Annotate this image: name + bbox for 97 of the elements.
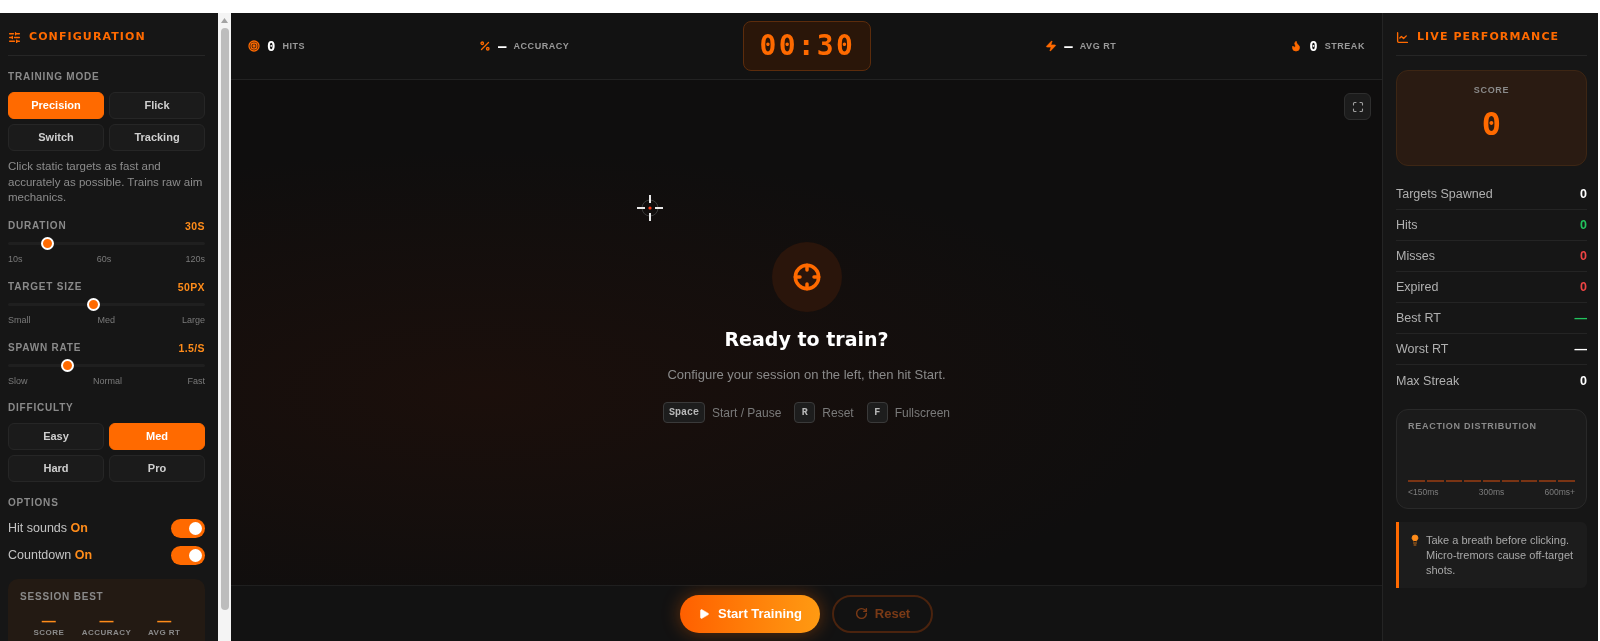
toggle-switch[interactable] [171, 518, 205, 538]
stat-value: — [1574, 310, 1587, 326]
stat-label: AVG RT [1079, 40, 1117, 52]
play-icon [698, 607, 711, 620]
stat-label: Expired [1396, 279, 1439, 295]
rotate-icon [854, 607, 868, 620]
stat-value: 0 [1309, 38, 1318, 54]
axis-label: <150ms [1408, 487, 1439, 497]
stat-value: — [498, 38, 507, 54]
stat-label: ACCURACY [513, 40, 570, 52]
difficulty-button[interactable]: Easy [8, 422, 104, 450]
slider-track[interactable] [8, 297, 205, 311]
arena-title: Ready to train? [724, 327, 889, 352]
stat-value: 0 [1580, 217, 1587, 233]
sliders-icon [8, 30, 21, 44]
tick-label: Normal [93, 374, 122, 387]
stat-label: HITS [282, 40, 306, 52]
stat-label: Worst RT [1396, 341, 1449, 357]
training-arena[interactable]: Ready to train? Configure your session on the left, then hit Start. Space Start / Pause R Reset F Fullscreen [231, 80, 1382, 585]
stat-label: Misses [1396, 248, 1435, 264]
option-label: Countdown On [8, 547, 93, 563]
mode-button[interactable]: Switch [8, 124, 104, 151]
tick-label: Large [181, 313, 205, 326]
setting-label: SPAWN RATE [8, 340, 82, 355]
difficulty-button[interactable]: Hard [8, 454, 104, 482]
target-icon [248, 40, 260, 52]
difficulty-button[interactable]: Pro [109, 454, 205, 482]
lightning-bolt-icon [1045, 40, 1058, 52]
tick-label: Med [97, 313, 115, 326]
setting-value: 1.5/S [178, 340, 205, 355]
stat-label: Max Streak [1396, 372, 1460, 389]
stat-value: 0 [1580, 279, 1587, 295]
tick-label: 120s [185, 252, 205, 265]
panel-title: CONFIGURATION [29, 29, 146, 45]
axis-label: 300ms [1478, 487, 1505, 497]
best-label: AVG RT [147, 627, 181, 638]
setting-value: 50PX [177, 279, 205, 294]
timer-display: 00:30 [743, 21, 872, 71]
best-label: SCORE [33, 627, 65, 638]
line-chart-icon [1396, 30, 1409, 44]
panel-title: LIVE PERFORMANCE [1417, 29, 1560, 45]
scrollbar-thumb[interactable] [220, 28, 229, 610]
stat-value: — [1064, 38, 1073, 54]
tick-label: Slow [8, 374, 28, 387]
tick-label: Fast [187, 374, 205, 387]
best-value: — [99, 613, 114, 628]
lightbulb-icon [1409, 534, 1421, 546]
shortcut-label: Start / Pause [711, 404, 782, 421]
tip-text: Take a breath before clicking. Micro-tremors cause off-target shots. [1426, 533, 1575, 578]
arena-subtitle: Configure your session on the left, then hit Start. [667, 366, 946, 384]
shortcut-label: Fullscreen [894, 404, 951, 421]
slider-track[interactable] [8, 358, 205, 372]
score-value: 0 [1481, 106, 1502, 142]
mode-button[interactable]: Tracking [109, 124, 205, 151]
fullscreen-button[interactable] [1344, 93, 1371, 120]
stat-value: 0 [1580, 186, 1587, 202]
stat-value: 0 [1580, 248, 1587, 264]
slider-thumb[interactable] [41, 236, 55, 250]
stat-label: Best RT [1396, 310, 1441, 326]
mode-button[interactable]: Flick [109, 92, 205, 119]
best-value: — [157, 613, 172, 628]
stat-label: STREAK [1324, 40, 1365, 52]
tick-label: Small [8, 313, 31, 326]
setting-value: 30S [185, 218, 205, 233]
best-label: ACCURACY [81, 627, 132, 638]
setting-label: DURATION [8, 218, 67, 233]
best-value: — [41, 613, 56, 628]
key-cap: F [866, 402, 888, 423]
stat-label: Hits [1396, 217, 1418, 233]
fullscreen-icon [1351, 100, 1364, 113]
percent-icon [479, 40, 492, 52]
shortcut-label: Reset [822, 404, 854, 421]
stat-label: Targets Spawned [1396, 186, 1493, 202]
tick-label: 60s [96, 252, 112, 265]
key-cap: R [794, 402, 816, 423]
crosshair-cursor-icon [637, 195, 663, 221]
card-title: SESSION BEST [20, 589, 105, 604]
axis-label: 600ms+ [1544, 487, 1575, 497]
option-label: Hit sounds On [8, 520, 88, 536]
stat-value: 0 [1580, 372, 1587, 389]
toggle-switch[interactable] [171, 545, 205, 565]
scrollbar[interactable] [218, 13, 231, 641]
section-label: TRAINING MODE [8, 70, 101, 84]
stat-value: 0 [267, 38, 276, 54]
tick-label: 10s [8, 252, 23, 265]
section-label: OPTIONS [8, 495, 60, 510]
score-label: SCORE [1473, 84, 1510, 96]
key-cap: Space [662, 402, 705, 423]
slider-thumb[interactable] [87, 297, 101, 311]
stat-value: — [1574, 341, 1587, 357]
mode-description: Click static targets as fast and accurately as possible. Trains raw aim mechanics. [8, 159, 204, 205]
setting-label: TARGET SIZE [8, 279, 83, 294]
flame-icon [1290, 40, 1303, 52]
slider-track[interactable] [8, 236, 205, 250]
card-title: REACTION DISTRIBUTION [1408, 420, 1538, 432]
slider-thumb[interactable] [61, 358, 75, 372]
section-label: DIFFICULTY [8, 400, 75, 415]
